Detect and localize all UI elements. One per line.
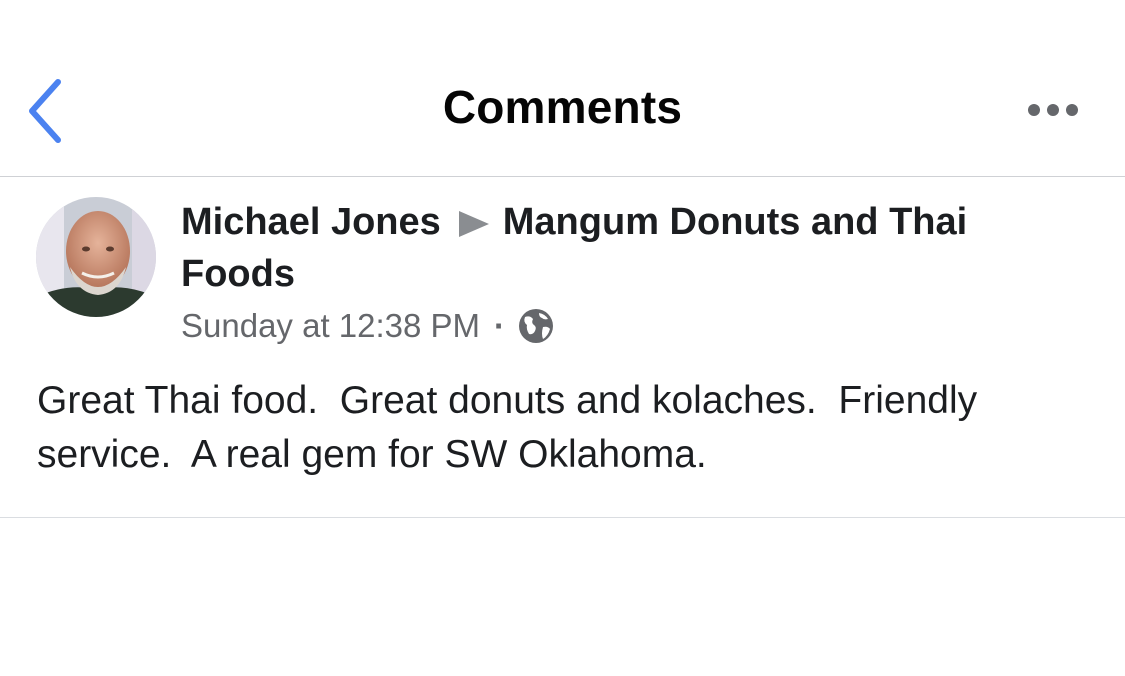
- post-body-text: Great Thai food. Great donuts and kolach…: [37, 379, 988, 476]
- navigation-bar: Comments: [0, 0, 1125, 177]
- avatar[interactable]: [36, 197, 156, 317]
- meta-separator: ·: [494, 307, 506, 344]
- profile-photo: [36, 197, 156, 317]
- post-header: Michael Jones Mangum Donuts and Thai Food…: [181, 196, 1081, 300]
- post: Michael Jones Mangum Donuts and Thai Food…: [0, 178, 1125, 518]
- page-title: Comments: [442, 81, 683, 133]
- more-options-button[interactable]: [1024, 96, 1084, 124]
- timestamp[interactable]: Sunday at 12:38 PM: [181, 304, 480, 348]
- triangle-right-icon: [458, 211, 489, 237]
- more-horizontal-icon: [1028, 104, 1078, 116]
- author-name[interactable]: Michael Jones: [181, 201, 441, 243]
- globe-icon[interactable]: [517, 307, 555, 345]
- post-meta: Sunday at 12:38 PM ·: [181, 304, 555, 348]
